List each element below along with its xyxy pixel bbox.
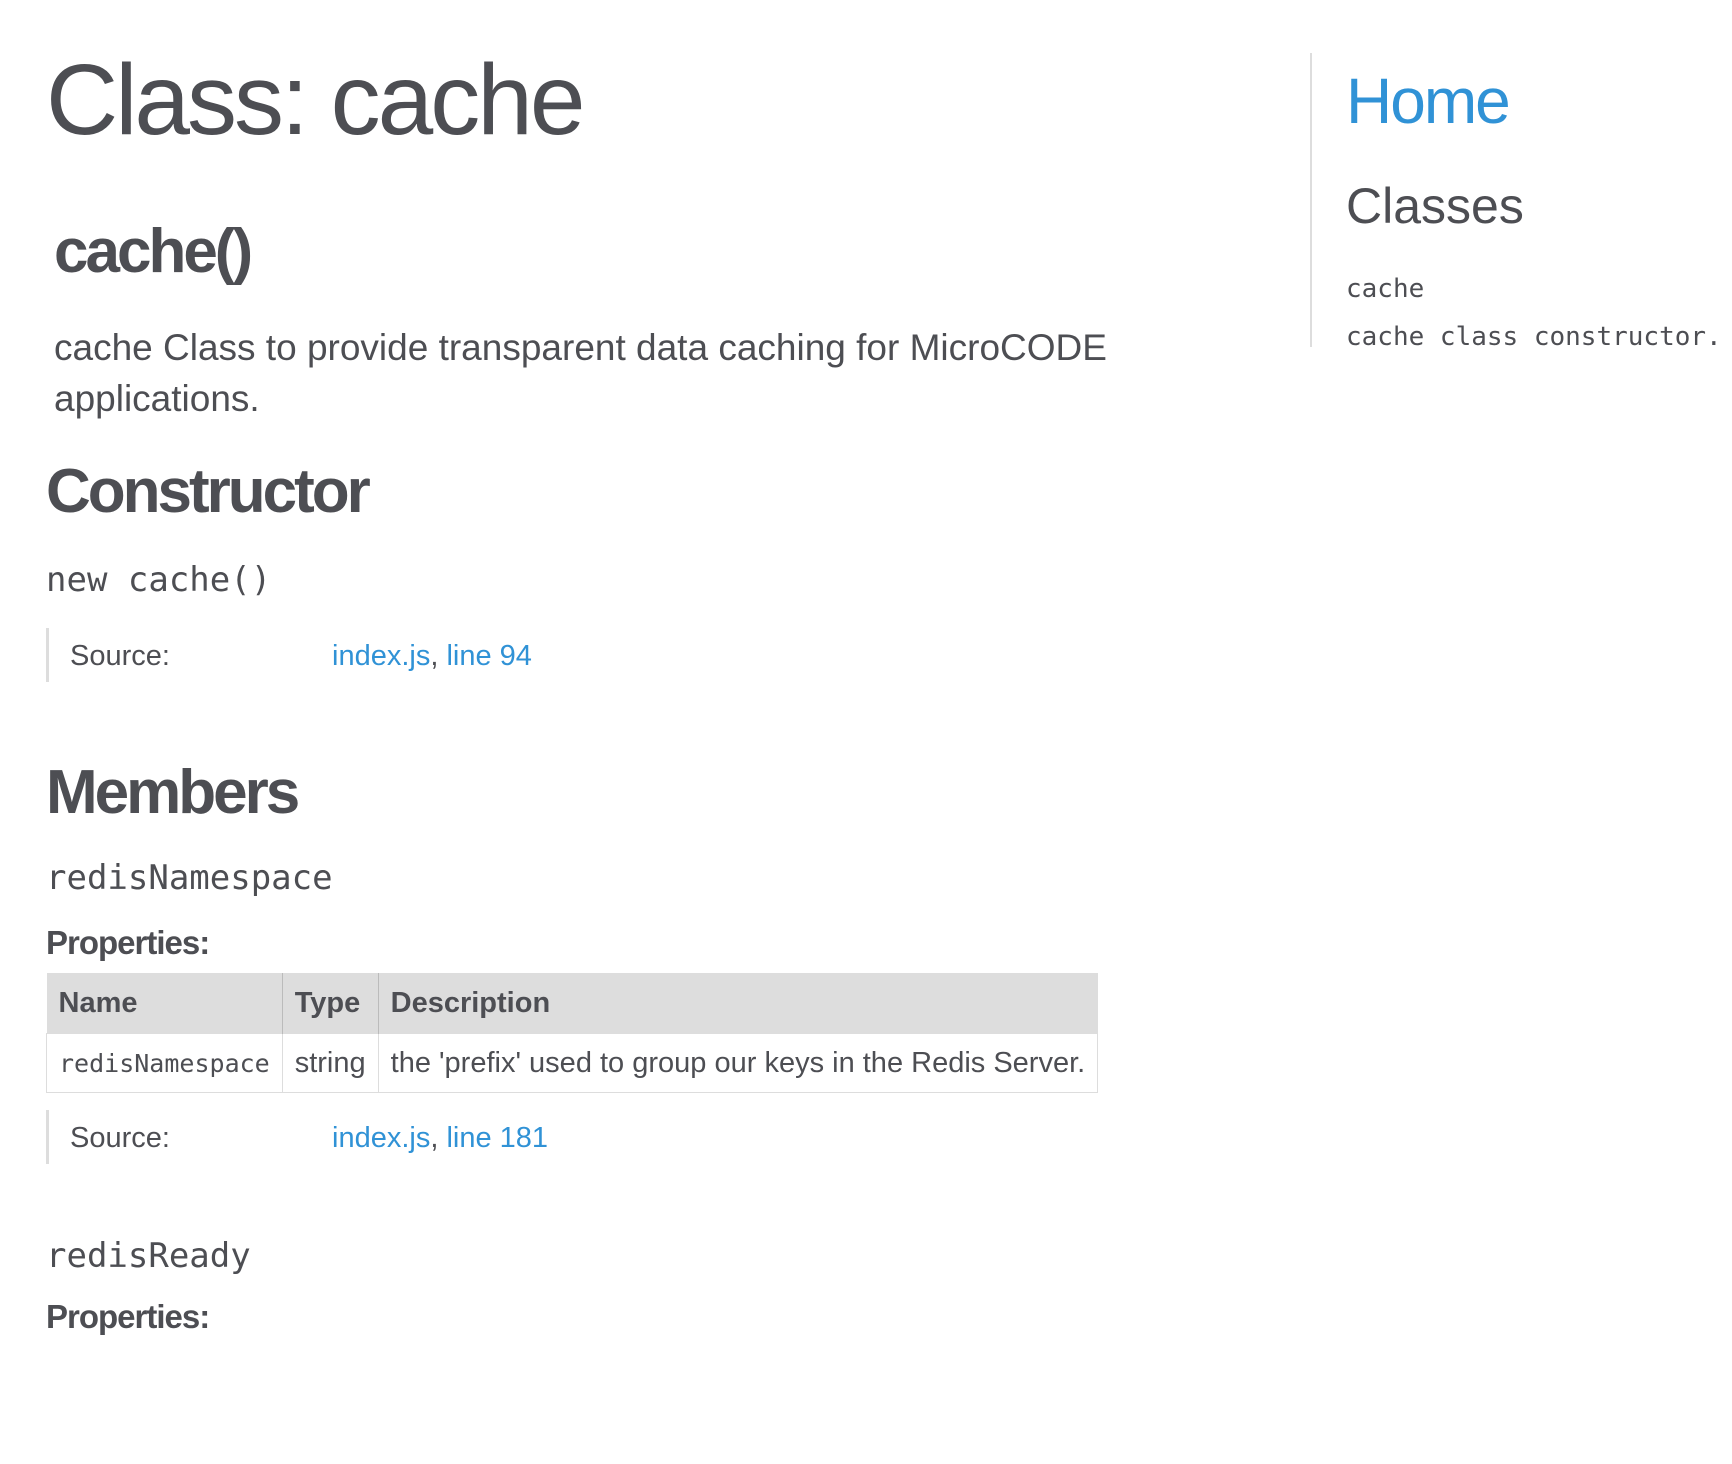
class-name: cache() bbox=[54, 215, 253, 289]
source-file-link[interactable]: index.js bbox=[332, 1122, 430, 1154]
constructor-source-details: Source: index.js, line 94 bbox=[46, 628, 532, 682]
page-title: Class: cache bbox=[46, 44, 585, 156]
source-line-link[interactable]: line 94 bbox=[446, 640, 531, 672]
table-cell-type: string bbox=[281, 1033, 379, 1093]
source-separator: , bbox=[430, 640, 447, 672]
source-value: index.js, line 94 bbox=[332, 640, 532, 673]
nav-class-list: cache cache class constructor. bbox=[1346, 265, 1722, 361]
source-file-link[interactable]: index.js bbox=[332, 640, 430, 672]
constructor-heading: Constructor bbox=[46, 457, 371, 526]
nav-home: Home bbox=[1346, 63, 1511, 140]
nav-class-item: cache class constructor. bbox=[1346, 322, 1722, 352]
member-source-details: Source: index.js, line 181 bbox=[46, 1110, 548, 1164]
table-cell-name: redisNamespace bbox=[46, 1033, 283, 1093]
table-header-row: Name Type Description bbox=[46, 973, 1098, 1034]
properties-heading-2: Properties: bbox=[46, 1298, 210, 1335]
table-cell-description: the 'prefix' used to group our keys in t… bbox=[377, 1033, 1099, 1093]
nav-class-item[interactable]: cache bbox=[1346, 265, 1722, 313]
sidebar-nav: Home Classes cache cache class construct… bbox=[1310, 53, 1732, 352]
source-separator: , bbox=[430, 1122, 447, 1154]
members-heading: Members bbox=[46, 758, 300, 827]
source-line-link[interactable]: line 181 bbox=[446, 1122, 548, 1154]
class-name-text: cache() bbox=[54, 217, 253, 286]
table-header-type: Type bbox=[282, 973, 379, 1034]
table-row: redisNamespace string the 'prefix' used … bbox=[46, 1033, 1099, 1093]
member-name-redisready: redisReady bbox=[46, 1236, 251, 1276]
nav-classes-heading: Classes bbox=[1346, 178, 1524, 234]
class-description: cache Class to provide transparent data … bbox=[54, 327, 1107, 419]
member-name-redisnamespace: redisNamespace bbox=[46, 858, 333, 898]
constructor-signature: new cache() bbox=[46, 560, 272, 600]
table-header-name: Name bbox=[46, 973, 283, 1034]
properties-table: Name Type Description redisNamespace str… bbox=[46, 973, 1099, 1093]
properties-heading: Properties: bbox=[46, 924, 210, 961]
table-header-description: Description bbox=[378, 973, 1098, 1034]
home-link[interactable]: Home bbox=[1346, 65, 1511, 137]
source-label: Source: bbox=[70, 1122, 170, 1154]
source-label: Source: bbox=[70, 640, 170, 672]
source-value: index.js, line 181 bbox=[332, 1122, 548, 1155]
